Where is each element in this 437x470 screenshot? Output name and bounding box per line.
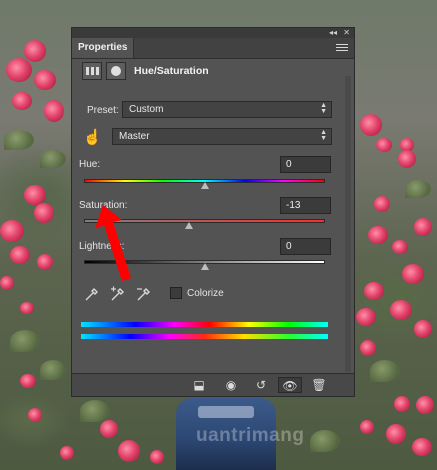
hue-label: Hue: bbox=[79, 159, 101, 170]
rose-flower bbox=[10, 246, 30, 264]
hue-slider-thumb[interactable] bbox=[201, 182, 209, 189]
colorize-label: Colorize bbox=[187, 288, 224, 299]
eyedropper-plus-icon[interactable] bbox=[110, 286, 126, 302]
leaf-cluster bbox=[405, 180, 431, 198]
rose-flower bbox=[398, 150, 416, 168]
panel-top-strip: ◂◂ ✕ bbox=[72, 28, 354, 38]
rose-flower bbox=[360, 340, 376, 356]
hue-input[interactable]: 0 bbox=[280, 156, 331, 173]
toggle-visibility-icon[interactable]: 👁 bbox=[278, 377, 302, 393]
panel-scrollbar[interactable] bbox=[345, 76, 351, 372]
rose-flower bbox=[414, 320, 432, 338]
rose-flower bbox=[34, 70, 56, 90]
eyedropper-icon[interactable] bbox=[84, 286, 100, 302]
rose-flower bbox=[386, 424, 406, 444]
adjustment-title: Hue/Saturation bbox=[134, 65, 209, 77]
rose-flower bbox=[376, 138, 392, 152]
leaf-cluster bbox=[80, 400, 110, 422]
rose-flower bbox=[150, 450, 164, 464]
rose-flower bbox=[374, 196, 390, 212]
rose-flower bbox=[364, 282, 384, 300]
input-color-bar bbox=[81, 322, 328, 327]
watermark-text: uantrimang bbox=[196, 425, 305, 446]
saturation-slider-thumb[interactable] bbox=[185, 222, 193, 229]
leaf-cluster bbox=[40, 150, 66, 168]
rose-flower bbox=[60, 446, 74, 460]
rose-flower bbox=[356, 308, 376, 326]
layer-mask-icon[interactable] bbox=[106, 62, 126, 80]
preset-value: Custom bbox=[129, 104, 164, 115]
reset-icon[interactable]: ↺ bbox=[250, 377, 272, 393]
colorize-checkbox[interactable] bbox=[170, 287, 182, 299]
preset-label: Preset: bbox=[87, 105, 119, 116]
eyedropper-minus-icon[interactable] bbox=[136, 286, 152, 302]
updown-arrow-icon: ▲ ▼ bbox=[320, 129, 327, 142]
hue-saturation-icon[interactable] bbox=[82, 62, 102, 80]
rose-flower bbox=[414, 218, 432, 236]
rose-flower bbox=[360, 420, 374, 434]
clip-to-layer-icon[interactable]: ⬓ bbox=[188, 377, 210, 393]
rose-flower bbox=[0, 276, 14, 290]
rose-flower bbox=[416, 396, 434, 414]
rose-flower bbox=[20, 302, 34, 314]
rose-flower bbox=[20, 374, 36, 388]
saturation-input[interactable]: -13 bbox=[280, 197, 331, 214]
hand-tool-icon[interactable]: ☝ bbox=[83, 129, 102, 147]
rose-flower bbox=[24, 40, 46, 62]
updown-arrow-icon: ▲ ▼ bbox=[320, 102, 327, 115]
panel-tab-bar: Properties bbox=[72, 38, 354, 59]
panel-menu-icon[interactable] bbox=[336, 42, 348, 53]
channel-select[interactable]: Master ▲ ▼ bbox=[112, 128, 332, 145]
rose-flower bbox=[28, 408, 42, 422]
lightness-input[interactable]: 0 bbox=[280, 238, 331, 255]
rose-flower bbox=[368, 226, 388, 244]
delete-icon[interactable]: 🗑 bbox=[308, 377, 330, 393]
adjustment-header: Hue/Saturation bbox=[78, 62, 348, 84]
rose-flower bbox=[390, 300, 412, 320]
collapse-icon[interactable]: ◂◂ bbox=[329, 28, 337, 38]
channel-value: Master bbox=[119, 131, 150, 142]
output-color-bar bbox=[81, 334, 328, 339]
rose-flower bbox=[44, 100, 64, 122]
leaf-cluster bbox=[10, 330, 40, 352]
tab-properties[interactable]: Properties bbox=[72, 38, 134, 58]
rose-flower bbox=[24, 185, 46, 205]
red-arrow-annotation bbox=[95, 205, 131, 281]
leaf-cluster bbox=[4, 130, 34, 150]
rose-flower bbox=[402, 264, 424, 284]
rose-flower bbox=[37, 254, 53, 270]
preset-select[interactable]: Custom ▲ ▼ bbox=[122, 101, 332, 118]
rose-flower bbox=[118, 440, 140, 462]
close-icon[interactable]: ✕ bbox=[343, 28, 350, 38]
lightness-slider-thumb[interactable] bbox=[201, 263, 209, 270]
view-previous-state-icon[interactable]: ◉ bbox=[220, 377, 242, 393]
rose-flower bbox=[6, 58, 32, 82]
rose-flower bbox=[34, 203, 54, 223]
rose-flower bbox=[12, 92, 32, 110]
rose-flower bbox=[0, 220, 24, 242]
rose-flower bbox=[392, 240, 408, 254]
leaf-cluster bbox=[40, 360, 66, 380]
panel-footer: ⬓ ◉ ↺ 👁 🗑 bbox=[72, 373, 354, 396]
rose-flower bbox=[360, 114, 382, 136]
rose-flower bbox=[394, 396, 410, 412]
rose-flower bbox=[412, 438, 432, 456]
leaf-cluster bbox=[370, 360, 400, 382]
leaf-cluster bbox=[310, 430, 340, 452]
rose-flower bbox=[100, 420, 118, 438]
